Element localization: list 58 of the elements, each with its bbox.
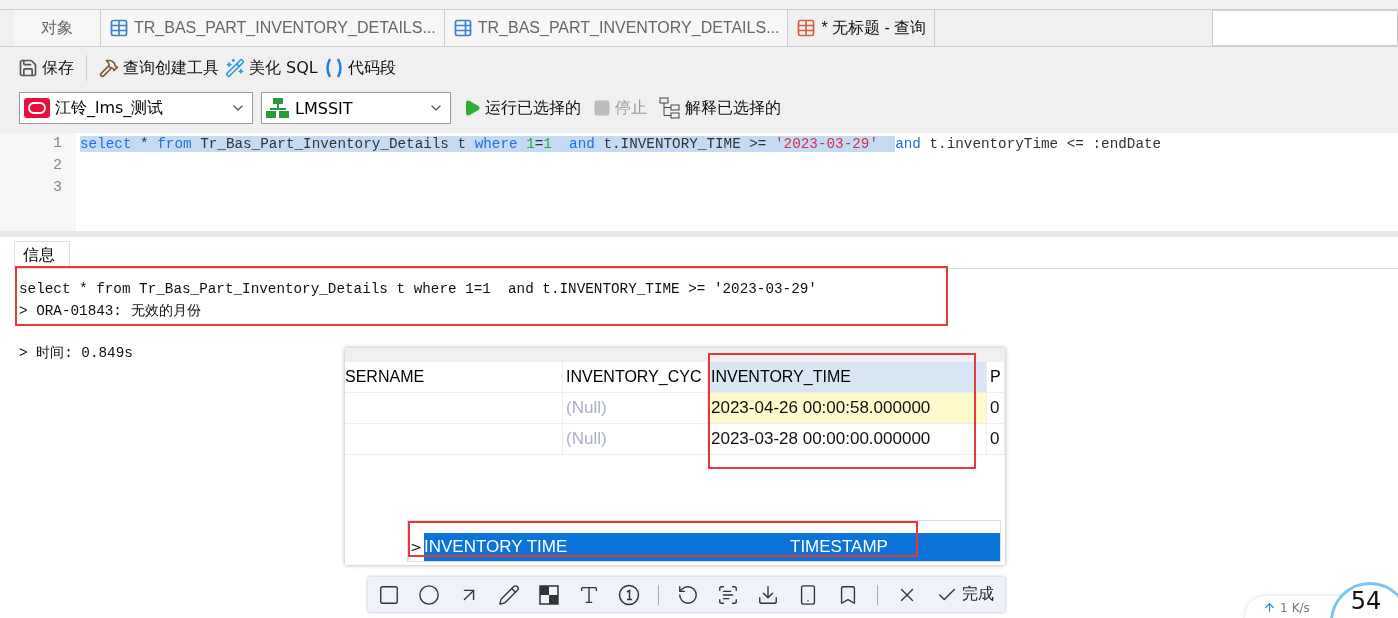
- mosaic-icon[interactable]: [538, 583, 560, 606]
- line-number: 3: [53, 178, 62, 198]
- info-tab[interactable]: 信息: [14, 241, 70, 268]
- table-cell: (Null): [563, 393, 708, 423]
- toolbar-button[interactable]: 代码段: [323, 57, 396, 79]
- oracle-icon: [24, 98, 50, 118]
- table-cell: 0: [987, 393, 1005, 423]
- upload-speed: 1: [1280, 601, 1288, 615]
- download-icon[interactable]: [757, 583, 779, 606]
- message-line: select * from Tr_Bas_Part_Inventory_Details t where 1=1 and t.INVENTORY_TIME >= '2023-03-29': [19, 280, 817, 299]
- connection-select[interactable]: 江铃_lms_测试: [19, 92, 253, 124]
- speed-unit: K/s: [1291, 601, 1310, 615]
- field-type: TIMESTAMP: [790, 536, 889, 558]
- table-cell: 2023-04-26 00:00:58.000000: [708, 393, 987, 423]
- parentheses-icon: [323, 57, 344, 79]
- pencil-icon[interactable]: [498, 583, 520, 606]
- field-row[interactable]: >INVENTORY TIME TIMESTAMP: [408, 533, 1000, 561]
- line-number: 1: [53, 134, 62, 154]
- editor-tab[interactable]: TR_BAS_PART_INVENTORY_DETAILS...: [444, 10, 789, 46]
- column-header[interactable]: SERNAME: [345, 362, 563, 392]
- usage-value: 54: [1350, 587, 1382, 617]
- table-icon: [109, 18, 129, 38]
- tab-label: * 无标题 - 查询: [821, 17, 927, 38]
- wand-icon: [225, 58, 245, 78]
- editor-tab[interactable]: TR_BAS_PART_INVENTORY_DETAILS...: [101, 10, 445, 46]
- field-name: INVENTORY TIME: [424, 536, 569, 558]
- table-cell: 0: [987, 424, 1005, 454]
- play-icon: [463, 99, 481, 117]
- database-schema-icon: [266, 98, 290, 118]
- toolbar-button[interactable]: 查询创建工具: [99, 57, 219, 79]
- query-table-icon: [796, 18, 817, 38]
- search-field[interactable]: [1212, 10, 1398, 46]
- hammer-icon: [99, 58, 119, 78]
- numbered-marker-icon[interactable]: [618, 583, 640, 606]
- stop-icon: [593, 99, 611, 117]
- undo-icon[interactable]: [677, 583, 699, 606]
- rectangle-tool-icon[interactable]: [378, 583, 400, 606]
- done-button[interactable]: 完成: [936, 583, 994, 606]
- table-cell: (Null): [563, 424, 708, 454]
- message-line: > 时间: 0.849s: [19, 344, 133, 363]
- database-select[interactable]: LMSSIT: [261, 92, 451, 124]
- toolbar-button[interactable]: 保存: [18, 57, 74, 79]
- editor-tab[interactable]: 对象: [14, 10, 101, 46]
- scan-icon[interactable]: [717, 583, 739, 606]
- upload-arrow-icon: [1263, 601, 1276, 614]
- line-number: 2: [53, 156, 62, 176]
- message-line: > ORA-01843: 无效的月份: [19, 302, 201, 321]
- save-icon: [18, 58, 38, 78]
- action-button[interactable]: 解释已选择的: [659, 97, 781, 119]
- tab-label: 对象: [41, 17, 73, 38]
- explain-tree-icon: [659, 97, 681, 119]
- column-header[interactable]: INVENTORY_TIME: [708, 362, 987, 392]
- action-button[interactable]: 运行已选择的: [463, 97, 581, 119]
- ellipse-tool-icon[interactable]: [418, 583, 440, 606]
- tab-label: TR_BAS_PART_INVENTORY_DETAILS...: [134, 19, 436, 37]
- code-line: select * from Tr_Bas_Part_Inventory_Details t where 1=1 and t.INVENTORY_TIME >= '2023-03-29' and t.inventoryTime <= :endDate: [80, 135, 1162, 154]
- tab-label: TR_BAS_PART_INVENTORY_DETAILS...: [477, 19, 780, 37]
- toolbar-button[interactable]: 美化 SQL: [225, 57, 318, 79]
